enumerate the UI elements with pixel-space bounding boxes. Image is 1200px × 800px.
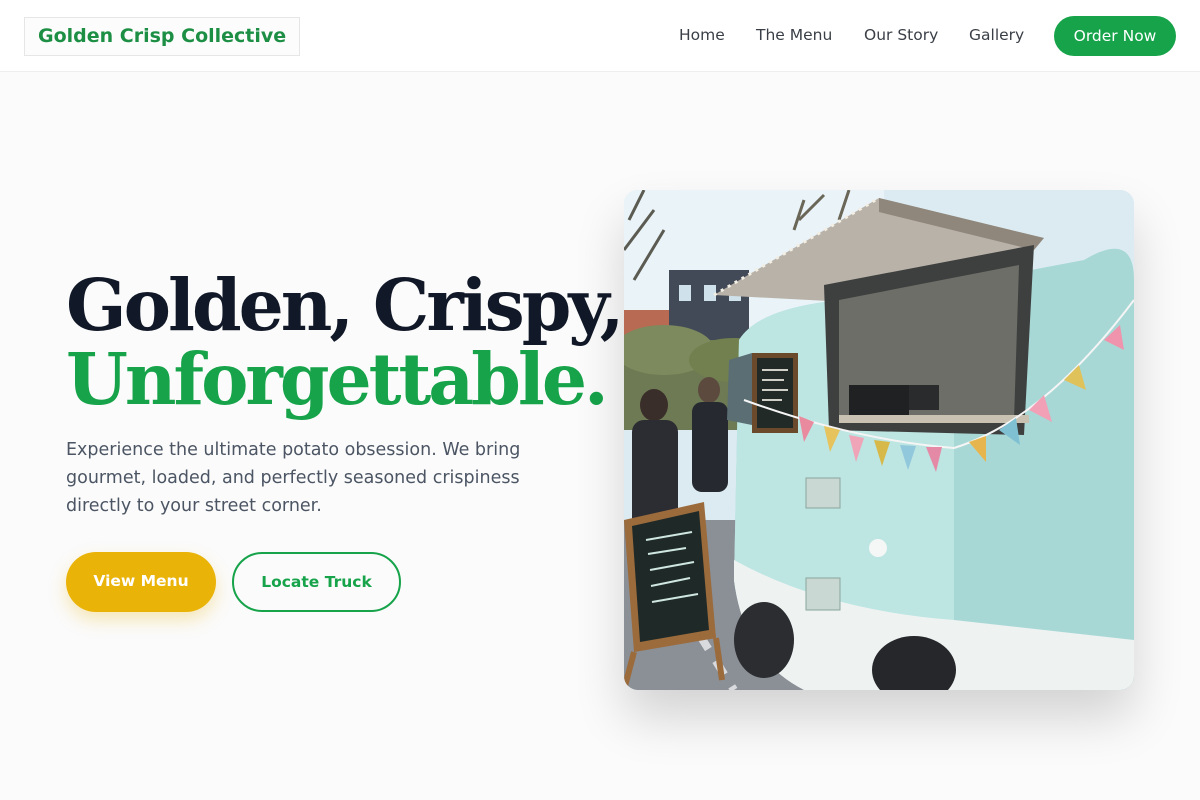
- food-truck-illustration: [624, 190, 1134, 690]
- food-truck-photo: [624, 190, 1134, 690]
- hero-description: Experience the ultimate potato obsession…: [66, 440, 521, 516]
- view-menu-button[interactable]: View Menu: [66, 552, 216, 612]
- brand-logo[interactable]: Golden Crisp Collective: [24, 17, 301, 56]
- locate-truck-button[interactable]: Locate Truck: [232, 552, 401, 612]
- headline-line-2: Unforgettable.: [66, 337, 609, 421]
- nav-link-gallery[interactable]: Gallery: [969, 24, 1024, 46]
- top-navigation-bar: Golden Crisp Collective Home The Menu Ou…: [0, 0, 1200, 72]
- nav-link-the-menu[interactable]: The Menu: [756, 24, 832, 46]
- order-now-button[interactable]: Order Now: [1054, 16, 1176, 56]
- nav-link-home[interactable]: Home: [679, 24, 725, 46]
- headline-line-1: Golden, Crispy,: [66, 263, 625, 347]
- hero-headline: Golden, Crispy, Unforgettable.: [66, 263, 625, 421]
- nav-link-our-story[interactable]: Our Story: [864, 24, 938, 46]
